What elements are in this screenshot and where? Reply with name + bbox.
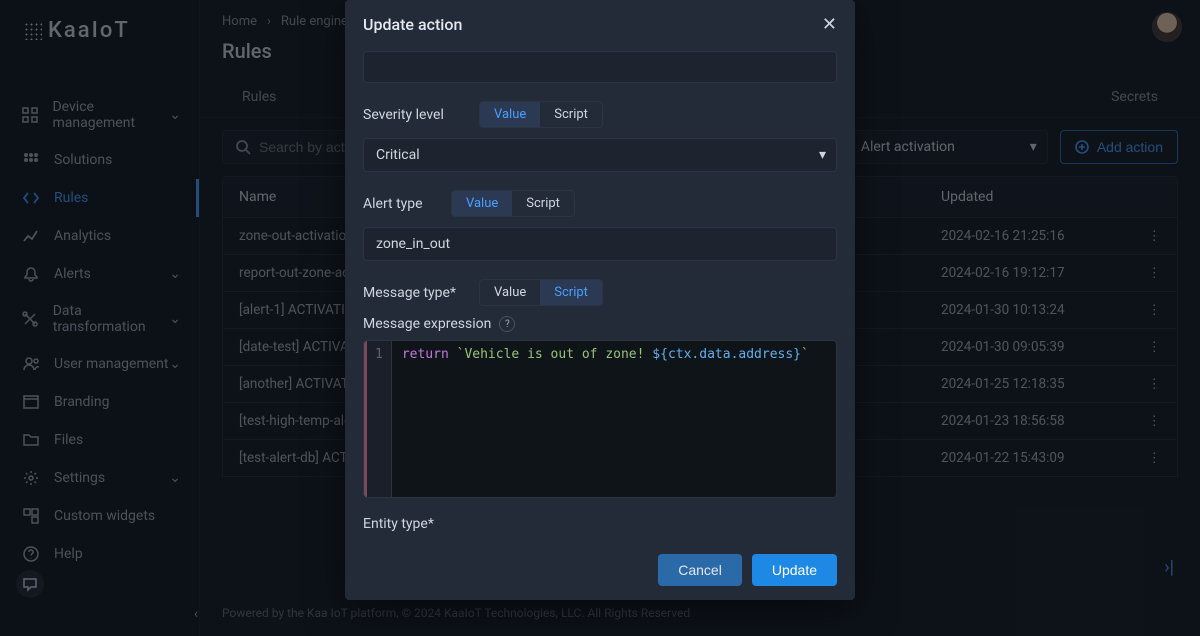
modal-backdrop: Update action ✕ Severity level Value Scr… — [0, 0, 1200, 636]
message-type-toggle: Value Script — [479, 279, 603, 306]
caret-down-icon: ▾ — [819, 147, 826, 163]
severity-toggle: Value Script — [479, 101, 603, 128]
message-type-script-toggle[interactable]: Script — [540, 280, 602, 305]
previous-field-placeholder[interactable] — [363, 51, 837, 83]
code-content: return `Vehicle is out of zone! ${ctx.da… — [392, 341, 819, 497]
help-tooltip-icon[interactable]: ? — [499, 316, 515, 332]
modal-header: Update action ✕ — [345, 0, 855, 45]
message-type-label: Message type* — [363, 285, 463, 301]
entity-type-label: Entity type* — [363, 516, 434, 532]
message-expression-label: Message expression — [363, 316, 491, 332]
update-button[interactable]: Update — [752, 554, 837, 586]
alert-type-input[interactable]: zone_in_out — [363, 227, 837, 261]
alert-type-toggle: Value Script — [451, 190, 575, 217]
severity-value-toggle[interactable]: Value — [480, 102, 540, 127]
modal-footer: Cancel Update — [345, 540, 855, 600]
update-action-modal: Update action ✕ Severity level Value Scr… — [345, 0, 855, 600]
severity-value: Critical — [376, 147, 420, 163]
alert-type-value-toggle[interactable]: Value — [452, 191, 512, 216]
cancel-button[interactable]: Cancel — [658, 554, 742, 586]
severity-select[interactable]: Critical ▾ — [363, 138, 837, 172]
message-type-value-toggle[interactable]: Value — [480, 280, 540, 305]
severity-script-toggle[interactable]: Script — [540, 102, 602, 127]
code-gutter: 1 — [364, 341, 392, 497]
code-editor[interactable]: 1 return `Vehicle is out of zone! ${ctx.… — [363, 340, 837, 498]
modal-title: Update action — [363, 15, 462, 34]
modal-body: Severity level Value Script Critical ▾ A… — [345, 45, 855, 540]
close-icon[interactable]: ✕ — [822, 14, 837, 35]
alert-type-value: zone_in_out — [376, 236, 450, 252]
alert-type-script-toggle[interactable]: Script — [512, 191, 574, 216]
alert-type-label: Alert type — [363, 196, 435, 212]
severity-level-label: Severity level — [363, 107, 463, 123]
